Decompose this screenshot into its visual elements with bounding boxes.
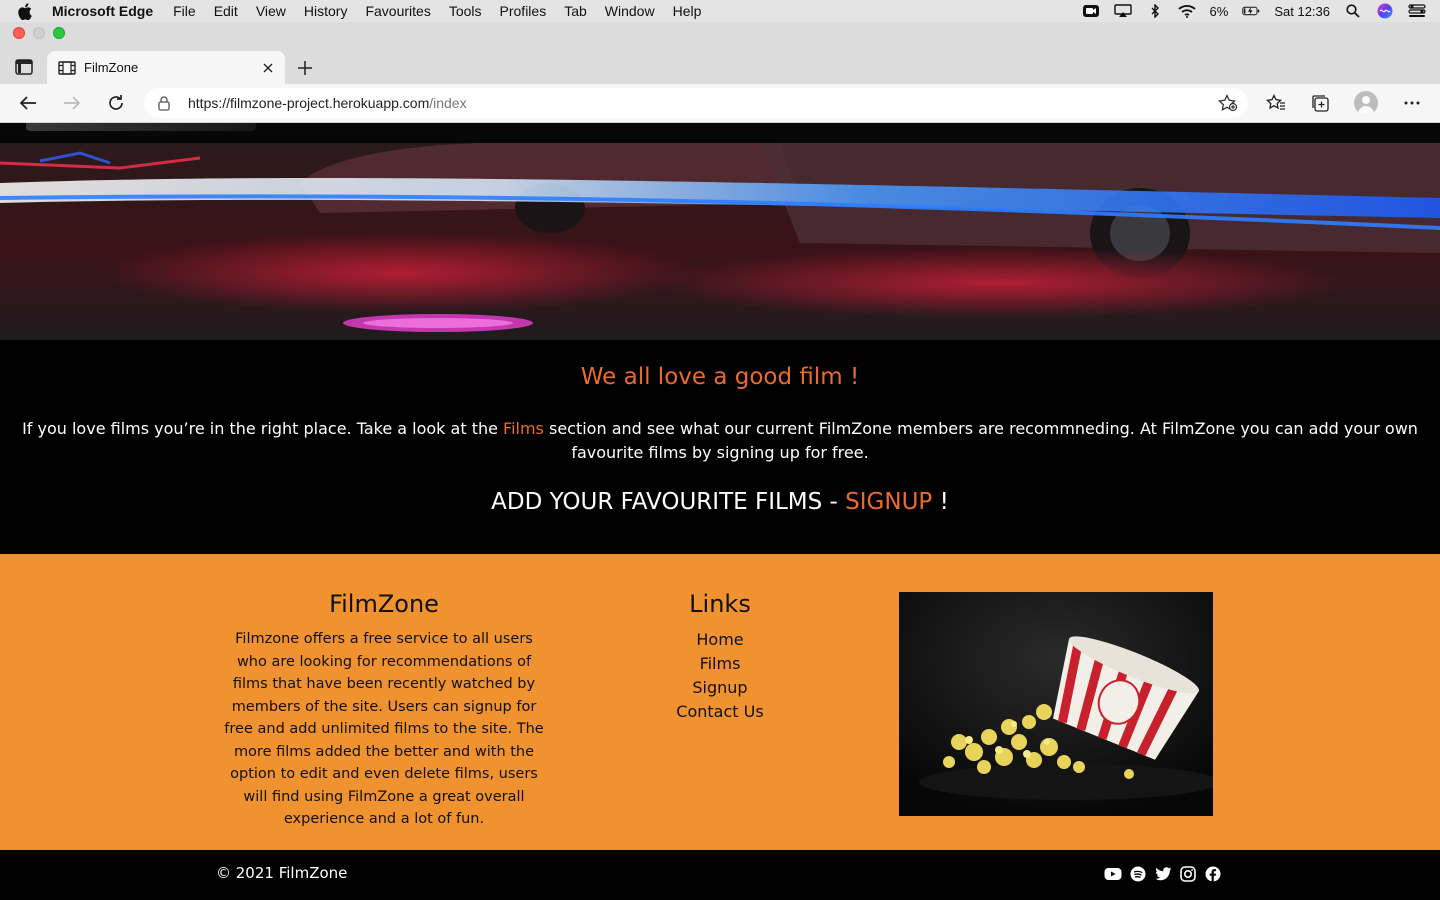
intro-paragraph: If you love films you’re in the right pl… [20,417,1420,465]
menu-help[interactable]: Help [673,3,702,19]
site-logo-partial[interactable] [26,123,256,131]
footer-link-home[interactable]: Home [620,628,820,652]
spotify-icon[interactable] [1129,865,1147,883]
intro-heading: We all love a good film ! [580,364,860,390]
hero-image [0,143,1440,340]
video-camera-icon[interactable] [1082,4,1100,18]
facebook-icon[interactable] [1204,865,1222,883]
url-path: /index [429,95,467,111]
battery-percentage: 6% [1209,3,1229,19]
macos-menubar: Microsoft Edge File Edit View History Fa… [0,0,1440,22]
footer-link-signup[interactable]: Signup [620,676,820,700]
avatar-body-shape [1358,106,1374,115]
tab-close-icon[interactable] [261,61,275,75]
tab-actions-icon[interactable] [14,58,34,76]
menu-view[interactable]: View [256,3,286,19]
avatar-head-shape [1362,96,1370,104]
apple-logo-icon[interactable] [18,2,38,20]
footer-link-contact-us[interactable]: Contact Us [620,700,820,724]
browser-toolbar: https://filmzone-project.herokuapp.com/i… [0,84,1440,123]
menubar-clock[interactable]: Sat 12:36 [1274,4,1330,19]
signup-link[interactable]: SIGNUP [845,489,932,515]
footer-link-films[interactable]: Films [620,652,820,676]
footer-about: FilmZone Filmzone offers a free service … [224,590,544,831]
hero-night-street-image [0,143,1440,340]
url-text[interactable]: https://filmzone-project.herokuapp.com/i… [188,95,467,111]
footer-links-title: Links [689,590,751,618]
menu-profiles[interactable]: Profiles [500,3,547,19]
twitter-icon[interactable] [1154,865,1172,883]
menu-app-name[interactable]: Microsoft Edge [52,3,153,19]
menu-history[interactable]: History [304,3,348,19]
menubar-status-area: 6% Sat 12:36 [1082,0,1426,22]
cta-text-before: ADD YOUR FAVOURITE FILMS - [491,489,846,515]
forward-arrow-icon[interactable] [61,93,83,113]
cta-text-after: ! [932,489,949,515]
tab-strip: FilmZone [0,44,1440,84]
control-center-icon[interactable] [1408,4,1426,18]
tab-title: FilmZone [84,60,139,75]
intro-text-before: If you love films you’re in the right pl… [22,419,504,438]
wifi-icon[interactable] [1177,4,1196,18]
add-favourite-icon[interactable] [1218,93,1238,112]
social-links [1104,865,1222,883]
menu-tab[interactable]: Tab [564,3,587,19]
url-host: https://filmzone-project.herokuapp.com [188,95,430,111]
youtube-icon[interactable] [1104,865,1122,883]
window-zoom-button[interactable] [53,27,65,39]
menu-edit[interactable]: Edit [214,3,238,19]
films-link[interactable]: Films [503,419,544,438]
battery-charging-icon[interactable] [1242,4,1260,18]
intro-section: We all love a good film ! If you love fi… [0,340,1440,554]
intro-text-after: section and see what our current FilmZon… [543,419,1418,462]
profile-avatar-icon[interactable] [1354,91,1378,115]
back-arrow-icon[interactable] [17,93,39,113]
address-bar[interactable]: https://filmzone-project.herokuapp.com/i… [144,88,1248,118]
bluetooth-icon[interactable] [1146,4,1164,18]
film-favicon-icon [58,60,76,76]
favourites-icon[interactable] [1265,93,1287,113]
lock-icon[interactable] [158,95,174,111]
menu-tools[interactable]: Tools [449,3,482,19]
footer-about-text: Filmzone offers a free service to all us… [224,631,544,827]
footer-main: FilmZone Filmzone offers a free service … [0,554,1440,850]
popcorn-image [899,592,1213,816]
window-close-button[interactable] [13,27,25,39]
new-tab-plus-icon[interactable] [296,59,314,77]
menu-favourites[interactable]: Favourites [365,3,430,19]
spotlight-search-icon[interactable] [1344,4,1362,18]
header-strip [0,123,1440,143]
refresh-icon[interactable] [105,93,127,113]
copyright-text: © 2021 FilmZone [216,864,348,882]
footer-about-title: FilmZone [329,590,439,618]
more-options-icon[interactable] [1401,93,1423,113]
window-titlebar [0,22,1440,44]
menu-file[interactable]: File [173,3,196,19]
siri-icon[interactable] [1376,3,1394,19]
airplay-icon[interactable] [1113,4,1132,18]
browser-tab-filmzone[interactable]: FilmZone [47,51,285,84]
window-minimize-button[interactable] [33,27,45,39]
signup-cta: ADD YOUR FAVOURITE FILMS - SIGNUP ! [0,489,1440,515]
footer-bottom-bar: © 2021 FilmZone [0,850,1440,900]
instagram-icon[interactable] [1179,865,1197,883]
web-page: We all love a good film ! If you love fi… [0,123,1440,900]
popcorn-box-illustration [899,592,1213,816]
footer-links: Links Home Films Signup Contact Us [620,590,820,724]
collections-icon[interactable] [1309,93,1331,113]
menu-window[interactable]: Window [605,3,655,19]
